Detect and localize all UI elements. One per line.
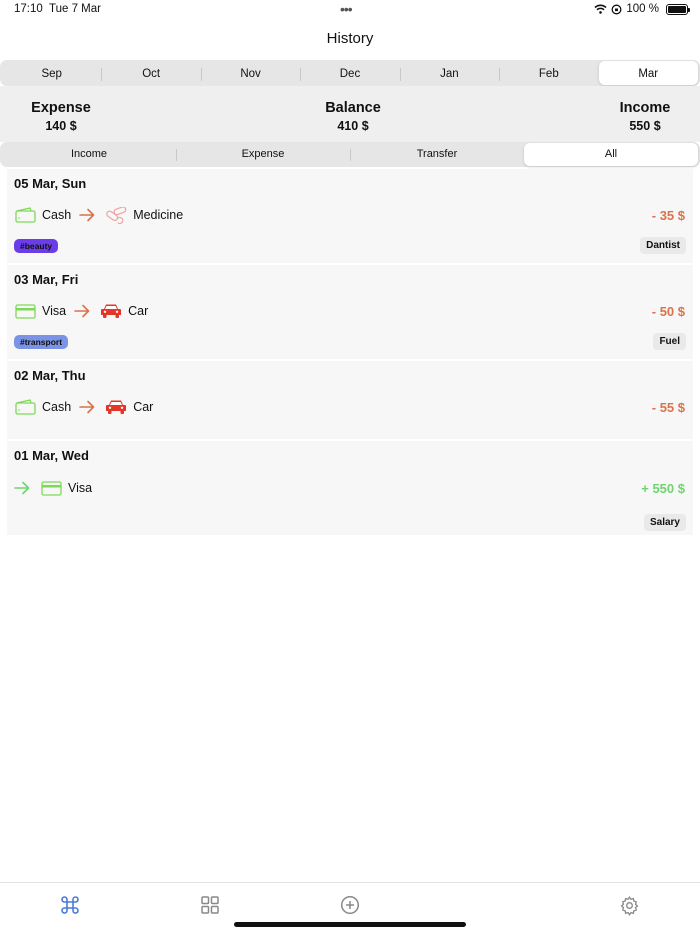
month-tab-sep[interactable]: Sep	[2, 61, 101, 85]
grid-icon	[201, 896, 219, 914]
balance-label: Balance	[325, 100, 381, 116]
transaction-amount: - 55 $	[651, 399, 685, 415]
status-time: 17:10	[14, 3, 43, 15]
multitasking-dots-icon[interactable]: •••	[340, 1, 353, 17]
month-tab-nov[interactable]: Nov	[200, 61, 300, 85]
wallet-icon	[14, 398, 36, 416]
gear-icon	[620, 895, 638, 916]
command-icon	[61, 896, 79, 914]
month-tab-feb[interactable]: Feb	[499, 61, 598, 85]
expense-label: Expense	[31, 100, 91, 116]
orientation-lock-icon	[611, 4, 622, 14]
balance-value: 410 $	[337, 119, 369, 133]
note-badge: Dantist	[640, 237, 686, 254]
transaction-date: 01 Mar, Wed	[14, 448, 89, 463]
transaction-amount: - 50 $	[651, 303, 685, 319]
tab-settings[interactable]	[618, 894, 640, 916]
to-target: Visa	[68, 481, 93, 495]
filter-tab-transfer[interactable]: Transfer	[350, 143, 524, 166]
income-value: 550 $	[629, 119, 661, 133]
transaction-row: Visa + 550 $	[14, 479, 685, 497]
from-account: Visa	[42, 304, 67, 318]
transaction-date: 02 Mar, Thu	[14, 368, 86, 383]
tab-add[interactable]	[339, 894, 361, 916]
month-tab-dec[interactable]: Dec	[300, 61, 399, 85]
transaction-row: Visa Car - 50 $	[14, 302, 685, 320]
card-icon	[40, 479, 62, 497]
transaction-card[interactable]: 05 Mar, Sun Cash Medicine - 35 $ #beauty Dant…	[7, 169, 693, 265]
expense-value: 140 $	[45, 119, 77, 133]
car-icon	[100, 302, 122, 320]
transaction-card[interactable]: 02 Mar, Thu Cash Car - 55 $	[7, 361, 693, 441]
car-icon	[105, 398, 127, 416]
transaction-row: Cash Medicine - 35 $	[14, 206, 685, 224]
transaction-date: 05 Mar, Sun	[14, 176, 87, 191]
home-indicator	[234, 922, 466, 927]
filter-tab-expense[interactable]: Expense	[176, 143, 350, 166]
from-account: Cash	[42, 400, 72, 414]
transaction-card[interactable]: 01 Mar, Wed Visa + 550 $ Salary	[7, 441, 693, 537]
income-summary: Income 550 $	[605, 100, 685, 133]
summary-panel: Expense 140 $ Balance 410 $ Income 550 $	[0, 86, 700, 142]
status-right: 100 %	[594, 3, 690, 15]
page-title: History	[326, 30, 374, 47]
transaction-date: 03 Mar, Fri	[14, 272, 79, 287]
battery-icon	[666, 3, 690, 15]
transaction-row: Cash Car - 55 $	[14, 398, 685, 416]
expense-summary: Expense 140 $	[22, 100, 100, 133]
tag-badge[interactable]: #transport	[14, 335, 69, 349]
tag-badge[interactable]: #beauty	[14, 239, 59, 253]
status-bar: 17:10 Tue 7 Mar ••• 100 %	[0, 0, 700, 22]
transaction-amount: - 35 $	[651, 207, 685, 223]
battery-percent: 100 %	[626, 3, 659, 15]
transaction-card[interactable]: 03 Mar, Fri Visa Car - 50 $ #transport Fuel	[7, 265, 693, 361]
from-account: Cash	[42, 208, 72, 222]
month-tab-jan[interactable]: Jan	[399, 61, 499, 85]
month-tab-mar[interactable]: Mar	[598, 61, 698, 85]
to-target: Car	[133, 400, 154, 414]
arrow-right-icon	[14, 481, 32, 495]
wifi-icon	[594, 4, 607, 14]
pills-icon	[105, 206, 127, 224]
to-target: Car	[128, 304, 149, 318]
note-badge: Fuel	[653, 333, 686, 350]
arrow-right-icon	[74, 304, 92, 318]
arrow-right-icon	[79, 400, 97, 414]
filter-tab-all[interactable]: All	[524, 143, 698, 166]
tab-history[interactable]	[59, 894, 81, 916]
type-filter: Income Expense Transfer All	[0, 142, 700, 167]
income-label: Income	[619, 100, 671, 116]
arrow-right-icon	[79, 208, 97, 222]
wallet-icon	[14, 206, 36, 224]
transaction-list: 05 Mar, Sun Cash Medicine - 35 $ #beauty Dant…	[7, 169, 693, 537]
card-icon	[14, 302, 36, 320]
transaction-amount: + 550 $	[641, 480, 685, 496]
to-target: Medicine	[133, 208, 184, 222]
status-date: Tue 7 Mar	[49, 3, 101, 15]
note-badge: Salary	[643, 514, 686, 531]
month-selector: Sep Oct Nov Dec Jan Feb Mar	[0, 60, 700, 86]
tab-categories[interactable]	[199, 894, 221, 916]
month-tab-oct[interactable]: Oct	[101, 61, 200, 85]
balance-summary: Balance 410 $	[313, 100, 393, 133]
plus-circle-icon	[340, 895, 360, 915]
filter-tab-income[interactable]: Income	[2, 143, 176, 166]
